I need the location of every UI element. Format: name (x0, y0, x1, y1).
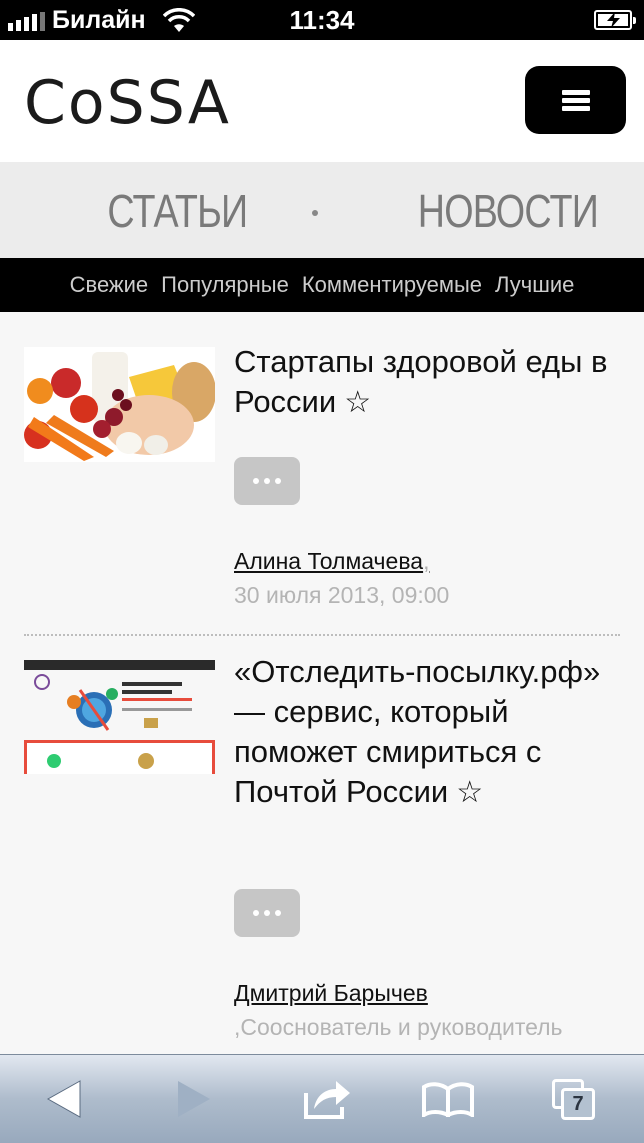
section-news[interactable]: НОВОСТИ (418, 184, 599, 238)
menu-button[interactable] (525, 66, 626, 134)
article-thumbnail[interactable] (24, 347, 215, 462)
battery-icon (594, 10, 636, 30)
article-title[interactable]: «Отследить-посылку.рф» — сервис, который… (234, 652, 624, 813)
filter-nav: Свежие Популярные Комментируемые Лучшие (0, 258, 644, 312)
share-icon[interactable] (302, 1075, 352, 1121)
bookmarks-icon[interactable] (422, 1081, 474, 1117)
article-title[interactable]: Стартапы здоровой еды в России ☆ (234, 342, 624, 423)
filter-commented[interactable]: Комментируемые (302, 272, 482, 298)
more-button[interactable] (234, 457, 300, 505)
article-date: 30 июля 2013, 09:00 (234, 582, 450, 608)
favorite-star-icon[interactable]: ☆ (456, 776, 483, 809)
section-nav: СТАТЬИ НОВОСТИ (0, 162, 644, 258)
article-author[interactable]: Алина Толмачева, (234, 548, 429, 575)
favorite-star-icon[interactable]: ☆ (344, 386, 371, 419)
site-header: CoSSA (0, 40, 644, 162)
more-button[interactable] (234, 889, 300, 937)
section-articles[interactable]: СТАТЬИ (107, 184, 248, 238)
filter-popular[interactable]: Популярные (161, 272, 289, 298)
article-thumbnail[interactable] (24, 660, 215, 774)
tabs-count: 7 (572, 1092, 584, 1115)
filter-best[interactable]: Лучшие (495, 272, 574, 298)
site-logo[interactable]: CoSSA (24, 70, 231, 136)
status-bar: Билайн 11:34 (0, 0, 644, 40)
clock-time: 11:34 (289, 5, 355, 35)
forward-arrow-icon[interactable] (176, 1079, 212, 1119)
hamburger-icon (562, 90, 590, 95)
separator-dot (312, 210, 318, 216)
back-arrow-icon[interactable] (46, 1079, 82, 1119)
tabs-button[interactable]: 7 (552, 1079, 596, 1121)
author-role: ,Сооснователь и руководитель (234, 1014, 563, 1040)
article-author[interactable]: Дмитрий Барычев (234, 980, 428, 1007)
article-divider (24, 634, 620, 636)
browser-toolbar: 7 (0, 1054, 644, 1143)
filter-fresh[interactable]: Свежие (70, 272, 149, 298)
